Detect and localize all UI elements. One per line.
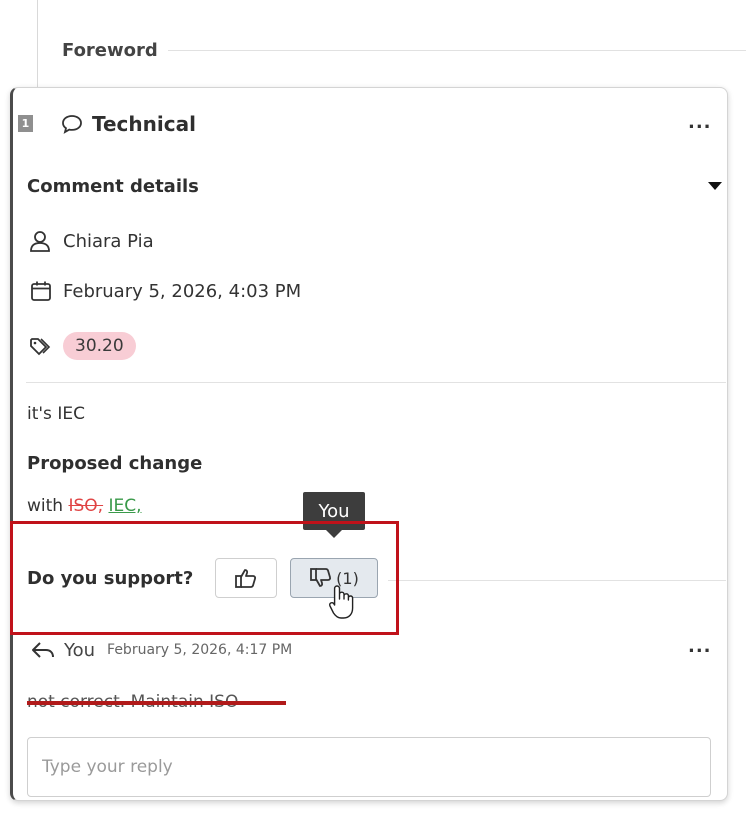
details-divider <box>26 382 726 383</box>
comment-details-title: Comment details <box>27 175 199 197</box>
support-divider <box>388 580 726 581</box>
calendar-icon <box>31 281 51 301</box>
red-strikethrough-annotation <box>27 701 286 705</box>
comment-tag[interactable]: 30.20 <box>63 332 136 360</box>
reply-arrow-icon <box>32 642 54 658</box>
reply-input[interactable] <box>27 737 711 797</box>
section-title: Foreword <box>62 39 158 61</box>
comment-tags-row: 30.20 <box>29 330 136 362</box>
tag-icon <box>30 338 51 356</box>
comment-author: Chiara Pia <box>63 230 154 252</box>
comment-bubble-icon <box>62 115 82 134</box>
comment-type-label: Technical <box>92 112 196 136</box>
comment-type: Technical <box>60 110 196 138</box>
document-left-rule <box>37 0 38 88</box>
proposed-change-deleted: ISO, <box>68 496 104 516</box>
comment-author-row: Chiara Pia <box>27 228 154 254</box>
comment-date: February 5, 2026, 4:03 PM <box>63 280 302 302</box>
reply-author: You <box>64 639 96 661</box>
section-header: Foreword <box>62 34 746 66</box>
section-divider <box>167 49 746 51</box>
comment-date-row: February 5, 2026, 4:03 PM <box>29 278 301 304</box>
proposed-change-label: Proposed change <box>27 453 203 474</box>
reply-more-button[interactable]: ... <box>688 636 712 657</box>
caret-down-icon <box>708 182 722 190</box>
reply-header: You February 5, 2026, 4:17 PM <box>30 636 292 664</box>
highlight-annotation-box <box>10 521 399 635</box>
comment-number-badge: 1 <box>18 115 33 132</box>
user-icon <box>30 231 50 252</box>
comment-details-toggle[interactable]: Comment details <box>27 172 727 200</box>
comment-text: it's IEC <box>27 404 85 424</box>
proposed-change-text: with ISO, IEC, <box>27 496 142 516</box>
proposed-change-prefix: with <box>27 496 69 516</box>
reply-timestamp: February 5, 2026, 4:17 PM <box>107 642 293 658</box>
proposed-change-inserted: IEC, <box>108 496 142 516</box>
comment-more-button[interactable]: ... <box>688 112 712 133</box>
